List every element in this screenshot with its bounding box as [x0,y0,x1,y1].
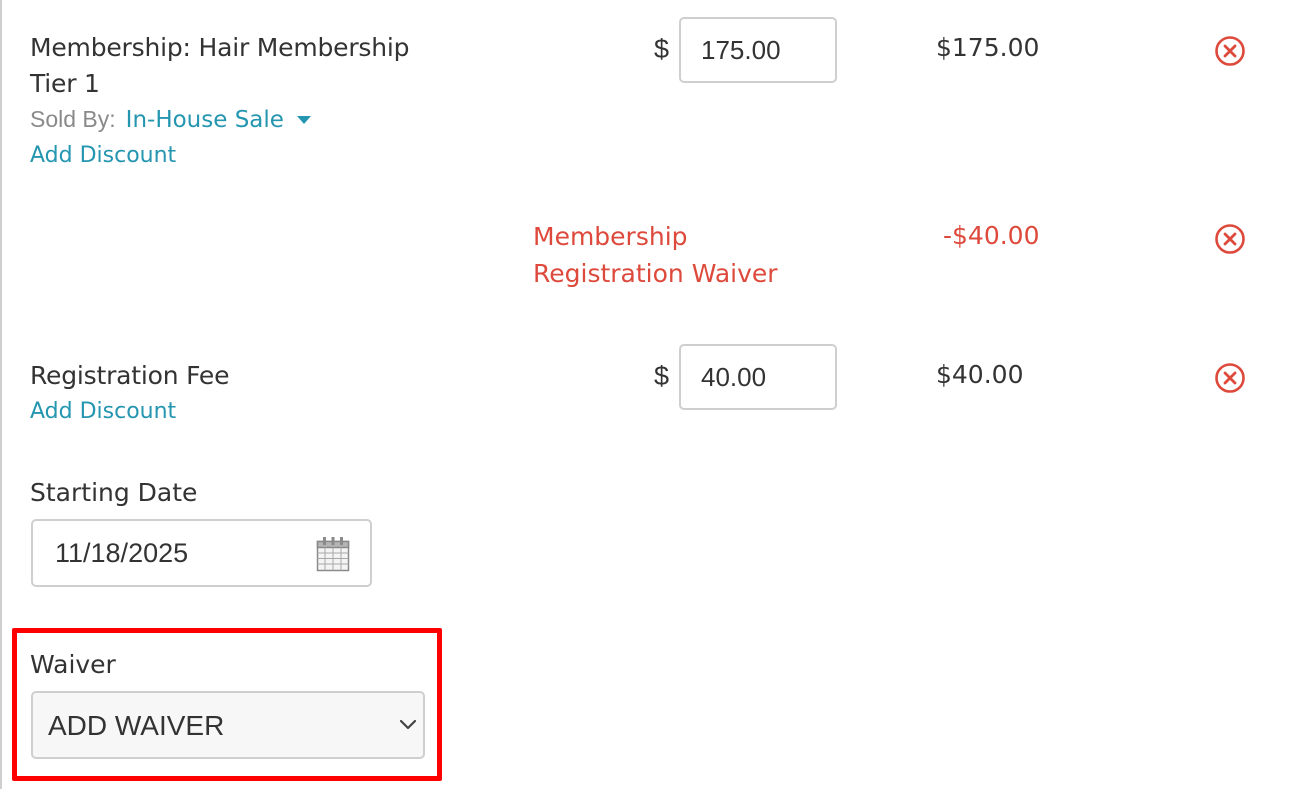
currency-symbol: $ [654,361,670,391]
waiver-select[interactable]: ADD WAIVER [31,691,425,759]
waiver-select-value: ADD WAIVER [48,710,225,741]
close-circle-icon[interactable] [1214,223,1246,255]
item-name-line1: Membership: Hair Membership [30,33,410,62]
item-name-membership: Membership: Hair Membership Tier 1 [30,30,409,102]
membership-sale-form: Membership: Hair Membership Tier 1 Sold … [0,0,1294,789]
line-total-registration-fee: $40.00 [936,360,1024,389]
starting-date-label: Starting Date [30,478,198,507]
waiver-label: Waiver [30,650,116,679]
item-name-registration-fee: Registration Fee [30,361,230,390]
add-discount-link-membership[interactable]: Add Discount [30,143,176,168]
price-input-registration-fee[interactable] [679,344,837,410]
sold-by-row: Sold By: In-House Sale [30,106,312,133]
caret-down-icon [296,115,311,124]
line-total-membership: $175.00 [936,33,1040,62]
discount-name: Membership Registration Waiver [533,218,778,292]
price-input-membership[interactable] [679,17,837,83]
starting-date-input[interactable]: 11/18/2025 [31,519,372,587]
close-circle-icon[interactable] [1214,362,1246,394]
calendar-icon[interactable] [316,536,350,572]
close-circle-icon[interactable] [1214,35,1246,67]
discount-amount: -$40.00 [943,221,1040,250]
sold-by-value: In-House Sale [125,106,284,133]
sold-by-dropdown[interactable]: In-House Sale [126,107,312,133]
discount-name-line1: Membership [533,222,688,251]
chevron-down-icon [399,719,417,730]
sold-by-label: Sold By: [30,106,116,132]
currency-symbol: $ [654,34,670,64]
add-discount-link-registration-fee[interactable]: Add Discount [30,399,176,424]
starting-date-value: 11/18/2025 [55,538,189,568]
item-name-line2: Tier 1 [30,69,100,98]
discount-name-line2: Registration Waiver [533,259,778,288]
